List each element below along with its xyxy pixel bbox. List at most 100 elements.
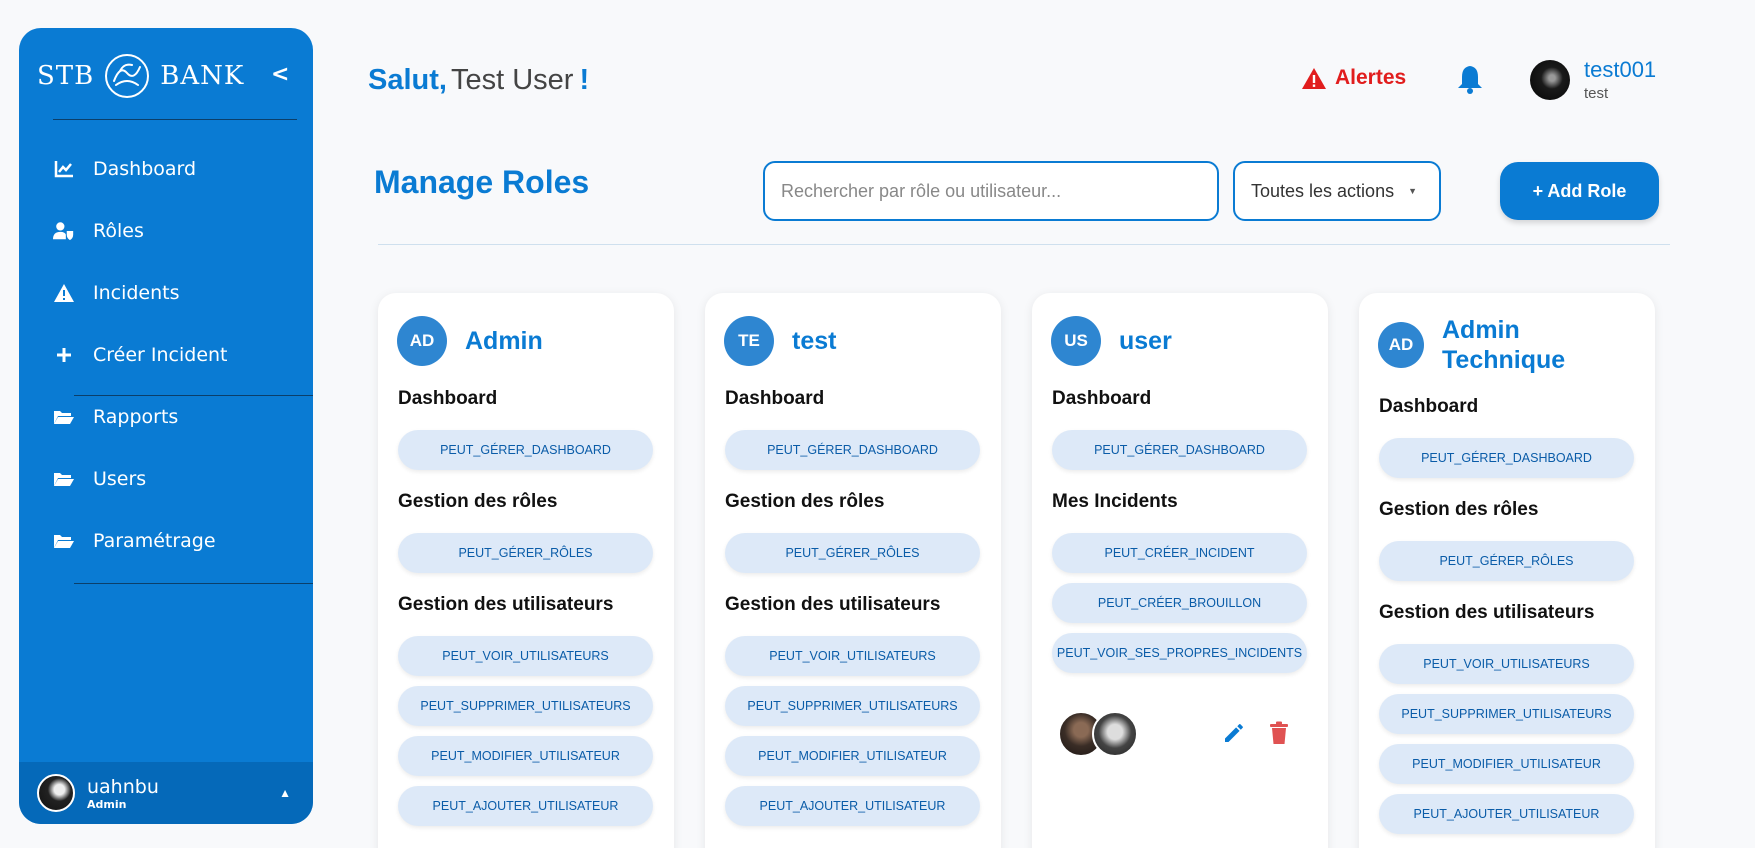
add-role-button[interactable]: + Add Role bbox=[1500, 162, 1659, 220]
role-name: Admin bbox=[465, 327, 543, 355]
permission-group-title: Gestion des utilisateurs bbox=[1379, 602, 1595, 623]
avatar bbox=[37, 774, 75, 812]
warning-icon bbox=[53, 282, 75, 304]
sidebar-item-label: Users bbox=[93, 468, 147, 490]
role-initials-badge: US bbox=[1051, 316, 1101, 366]
folder-open-icon bbox=[53, 530, 75, 552]
user-shield-icon bbox=[53, 220, 75, 242]
permission-chip: PEUT_MODIFIER_UTILISATEUR bbox=[398, 736, 653, 776]
trash-icon bbox=[1270, 721, 1288, 744]
permission-group-title: Dashboard bbox=[1052, 388, 1152, 409]
role-card-header: AD Admin bbox=[397, 315, 674, 367]
role-card-header: TE test bbox=[724, 315, 1001, 367]
actions-filter-value: Toutes les actions bbox=[1251, 180, 1395, 201]
permission-chip: PEUT_GÉRER_DASHBOARD bbox=[1052, 430, 1307, 470]
sidebar-item-roles[interactable]: Rôles bbox=[19, 200, 313, 262]
plus-icon bbox=[53, 344, 75, 366]
divider bbox=[53, 119, 297, 120]
sidebar-item-label: Créer Incident bbox=[93, 344, 228, 366]
notifications-button[interactable] bbox=[1456, 64, 1484, 99]
chevron-up-icon[interactable]: ▲ bbox=[279, 786, 291, 800]
permission-chip: PEUT_SUPPRIMER_UTILISATEURS bbox=[398, 686, 653, 726]
permission-chip: PEUT_GÉRER_RÔLES bbox=[725, 533, 980, 573]
page-title: Manage Roles bbox=[374, 164, 590, 200]
sidebar-item-create-incident[interactable]: Créer Incident bbox=[19, 324, 313, 386]
sidebar-user-name: uahnbu bbox=[87, 775, 159, 798]
pencil-icon bbox=[1225, 724, 1243, 742]
permission-chip: PEUT_AJOUTER_UTILISATEUR bbox=[725, 786, 980, 826]
sidebar-user-role: Admin bbox=[87, 797, 127, 811]
collapse-sidebar-button[interactable]: < bbox=[271, 62, 289, 87]
permission-group-title: Dashboard bbox=[1379, 396, 1479, 417]
role-card: AD Admin Dashboard PEUT_GÉRER_DASHBOARD Gest… bbox=[378, 293, 674, 848]
brand-text-right: BANK bbox=[160, 61, 245, 91]
sidebar-nav: Dashboard Rôles Incidents Créer Incident bbox=[19, 138, 313, 584]
divider bbox=[74, 395, 313, 396]
alerts-label: Alertes bbox=[1335, 66, 1407, 89]
permission-chip: PEUT_VOIR_UTILISATEURS bbox=[398, 636, 653, 676]
sidebar: STB BANK < Dashboard Rôles Incidents Cré… bbox=[19, 28, 313, 824]
actions-filter-select[interactable]: Toutes les actions ▼ bbox=[1233, 161, 1441, 221]
role-initials-badge: TE bbox=[724, 316, 774, 366]
delete-role-button[interactable] bbox=[1268, 721, 1290, 750]
role-name: user bbox=[1119, 327, 1172, 355]
bell-icon bbox=[1458, 66, 1482, 94]
permission-chip: PEUT_GÉRER_RÔLES bbox=[1379, 541, 1634, 581]
brand-logo: STB BANK bbox=[37, 46, 244, 106]
sidebar-item-label: Dashboard bbox=[93, 158, 197, 180]
permission-chip: PEUT_GÉRER_RÔLES bbox=[398, 533, 653, 573]
role-initials-badge: AD bbox=[397, 316, 447, 366]
avatar bbox=[1092, 711, 1138, 757]
account-name: test001 bbox=[1584, 57, 1657, 82]
role-name: test bbox=[792, 327, 837, 355]
greeting-exclaim: ! bbox=[579, 64, 590, 96]
alerts-button[interactable]: Alertes bbox=[1301, 66, 1406, 90]
divider bbox=[74, 583, 313, 584]
permission-chip: PEUT_AJOUTER_UTILISATEUR bbox=[398, 786, 653, 826]
permission-group-title: Dashboard bbox=[725, 388, 825, 409]
greeting-prefix: Salut, bbox=[368, 64, 447, 96]
permission-chip: PEUT_VOIR_UTILISATEURS bbox=[1379, 644, 1634, 684]
sidebar-item-label: Rôles bbox=[93, 220, 144, 242]
role-initials-badge: AD bbox=[1378, 322, 1424, 368]
permission-chip: PEUT_AJOUTER_UTILISATEUR bbox=[1379, 794, 1634, 834]
permission-chip: PEUT_GÉRER_DASHBOARD bbox=[398, 430, 653, 470]
permission-group-title: Gestion des utilisateurs bbox=[725, 594, 941, 615]
permission-chip: PEUT_GÉRER_DASHBOARD bbox=[1379, 438, 1634, 478]
folder-open-icon bbox=[53, 406, 75, 428]
permission-chip: PEUT_MODIFIER_UTILISATEUR bbox=[725, 736, 980, 776]
role-card-footer bbox=[1032, 701, 1328, 761]
chart-line-icon bbox=[53, 158, 75, 180]
permission-group-title: Gestion des rôles bbox=[1379, 499, 1539, 520]
permission-chip: PEUT_GÉRER_DASHBOARD bbox=[725, 430, 980, 470]
avatar bbox=[1530, 59, 1570, 100]
bank-emblem-icon bbox=[105, 54, 150, 98]
sidebar-item-settings[interactable]: Paramétrage bbox=[19, 510, 313, 572]
permission-chip: PEUT_MODIFIER_UTILISATEUR bbox=[1379, 744, 1634, 784]
permission-group-title: Gestion des utilisateurs bbox=[398, 594, 614, 615]
permission-group-title: Mes Incidents bbox=[1052, 491, 1178, 512]
sidebar-user-menu[interactable]: uahnbu Admin ▲ bbox=[19, 762, 313, 824]
permission-chip: PEUT_VOIR_SES_PROPRES_INCIDENTS bbox=[1052, 633, 1307, 673]
account-menu[interactable]: test001 test bbox=[1530, 57, 1656, 102]
sidebar-item-dashboard[interactable]: Dashboard bbox=[19, 138, 313, 200]
permission-group-title: Dashboard bbox=[398, 388, 498, 409]
search-input[interactable] bbox=[763, 161, 1219, 221]
role-card: AD Admin Technique Dashboard PEUT_GÉRER_DAS… bbox=[1359, 293, 1655, 848]
folder-open-icon bbox=[53, 468, 75, 490]
sidebar-item-incidents[interactable]: Incidents bbox=[19, 262, 313, 324]
edit-role-button[interactable] bbox=[1222, 721, 1246, 750]
sidebar-item-label: Paramétrage bbox=[93, 530, 216, 552]
permission-group-title: Gestion des rôles bbox=[725, 491, 885, 512]
role-name: Admin Technique bbox=[1442, 316, 1566, 374]
sidebar-item-users[interactable]: Users bbox=[19, 448, 313, 510]
sidebar-item-label: Rapports bbox=[93, 406, 179, 428]
role-card-header: AD Admin Technique bbox=[1378, 315, 1655, 375]
warning-icon bbox=[1302, 67, 1326, 89]
permission-chip: PEUT_CRÉER_INCIDENT bbox=[1052, 533, 1307, 573]
divider bbox=[378, 244, 1670, 245]
permission-chip: PEUT_VOIR_UTILISATEURS bbox=[725, 636, 980, 676]
permission-group-title: Gestion des rôles bbox=[398, 491, 558, 512]
permission-chip: PEUT_SUPPRIMER_UTILISATEURS bbox=[725, 686, 980, 726]
role-card-header: US user bbox=[1051, 315, 1328, 367]
